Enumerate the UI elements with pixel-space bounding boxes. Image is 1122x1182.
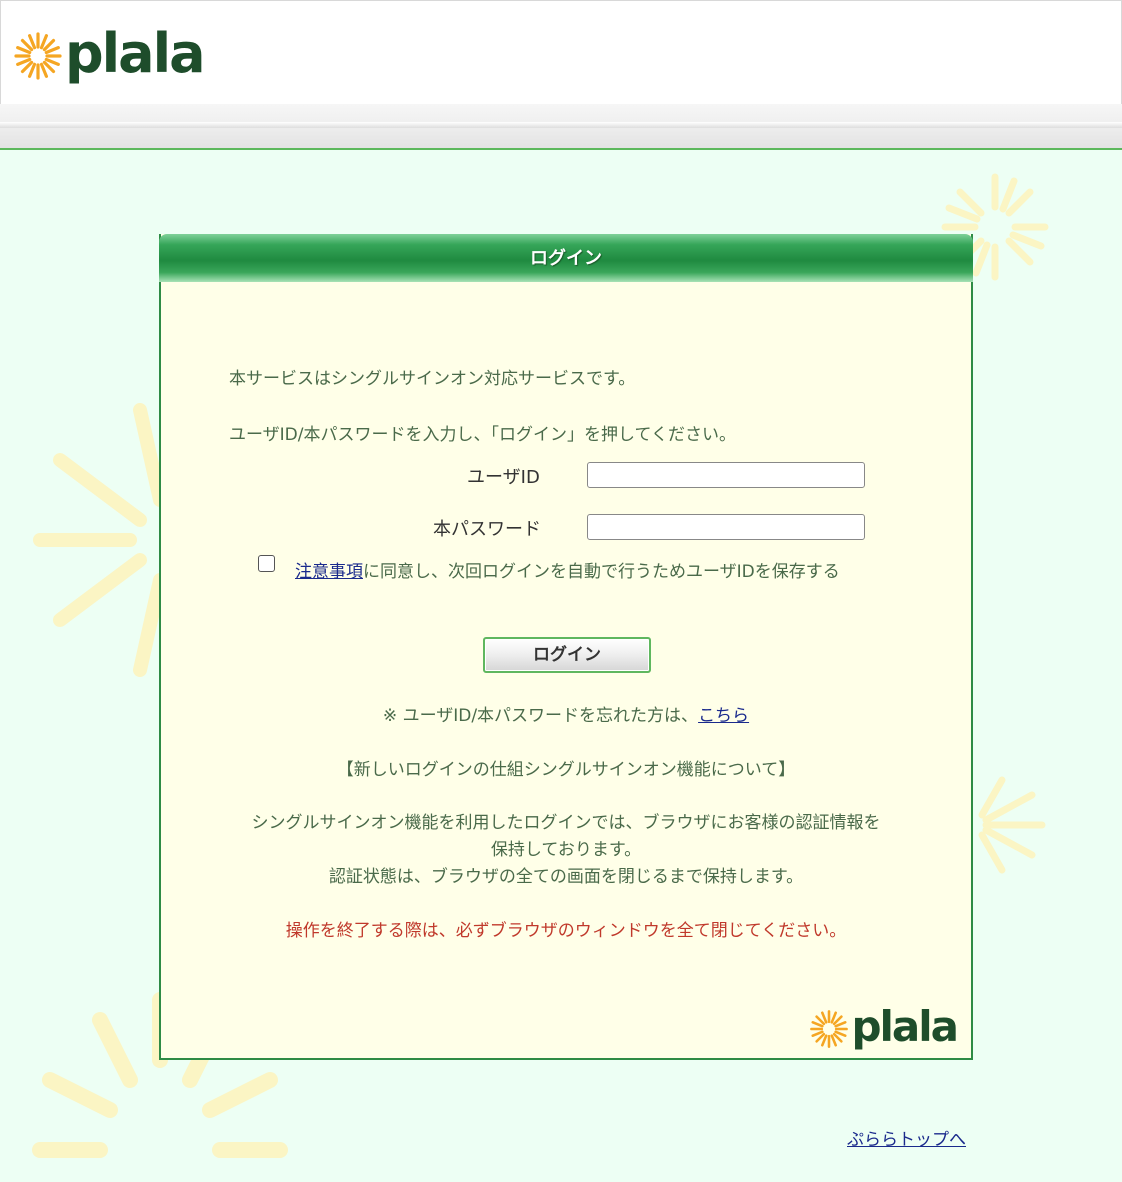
info-text-3: 認証状態は、ブラウザの全ての画面を閉じるまで保持します。 bbox=[328, 867, 804, 887]
warning-text: 操作を終了する際は、必ずブラウザのウィンドウを全て閉じてください。 bbox=[285, 921, 847, 941]
plala-top-link[interactable]: ぷららトップへ bbox=[847, 1125, 966, 1150]
intro-text-1: 本サービスはシングルサインオン対応サービスです。 bbox=[229, 369, 636, 389]
header-divider-bar bbox=[0, 104, 1122, 150]
userid-input[interactable] bbox=[587, 462, 865, 488]
panel-title: ログイン bbox=[159, 234, 973, 282]
login-panel: ログイン 本サービスはシングルサインオン対応サービスです。 ユーザID/本パスワ… bbox=[159, 234, 973, 1060]
info-text-1: シングルサインオン機能を利用したログインでは、ブラウザにお客様の認証情報を bbox=[251, 813, 881, 833]
logo-text: plala bbox=[65, 22, 206, 85]
forgot-password-link[interactable]: こちら bbox=[698, 706, 749, 726]
logo-text: plala bbox=[851, 1002, 959, 1051]
notice-link[interactable]: 注意事項 bbox=[295, 562, 363, 582]
sunburst-decoration-left bbox=[33, 403, 160, 677]
info-title: 【新しいログインの仕組シングルサインオン機能について】 bbox=[336, 760, 796, 780]
userid-label: ユーザID bbox=[467, 467, 540, 488]
remember-userid-checkbox[interactable] bbox=[258, 555, 275, 572]
sunburst-decoration-right bbox=[978, 776, 1046, 874]
remember-text: に同意し、次回ログインを自動で行うためユーザIDを保存する bbox=[363, 562, 840, 582]
login-button[interactable]: ログイン bbox=[483, 637, 651, 673]
sun-logo-icon bbox=[14, 32, 62, 80]
panel-plala-logo: plala bbox=[809, 1002, 959, 1051]
password-input[interactable] bbox=[587, 514, 865, 540]
forgot-text: ※ ユーザID/本パスワードを忘れた方は、 bbox=[382, 706, 699, 726]
password-label: 本パスワード bbox=[433, 519, 541, 540]
plala-logo[interactable]: plala bbox=[13, 22, 206, 85]
site-header: plala bbox=[0, 0, 1122, 105]
sun-logo-icon bbox=[810, 1010, 849, 1048]
intro-text-2: ユーザID/本パスワードを入力し、「ログイン」を押してください。 bbox=[229, 425, 736, 445]
info-text-2: 保持しております。 bbox=[490, 840, 642, 860]
